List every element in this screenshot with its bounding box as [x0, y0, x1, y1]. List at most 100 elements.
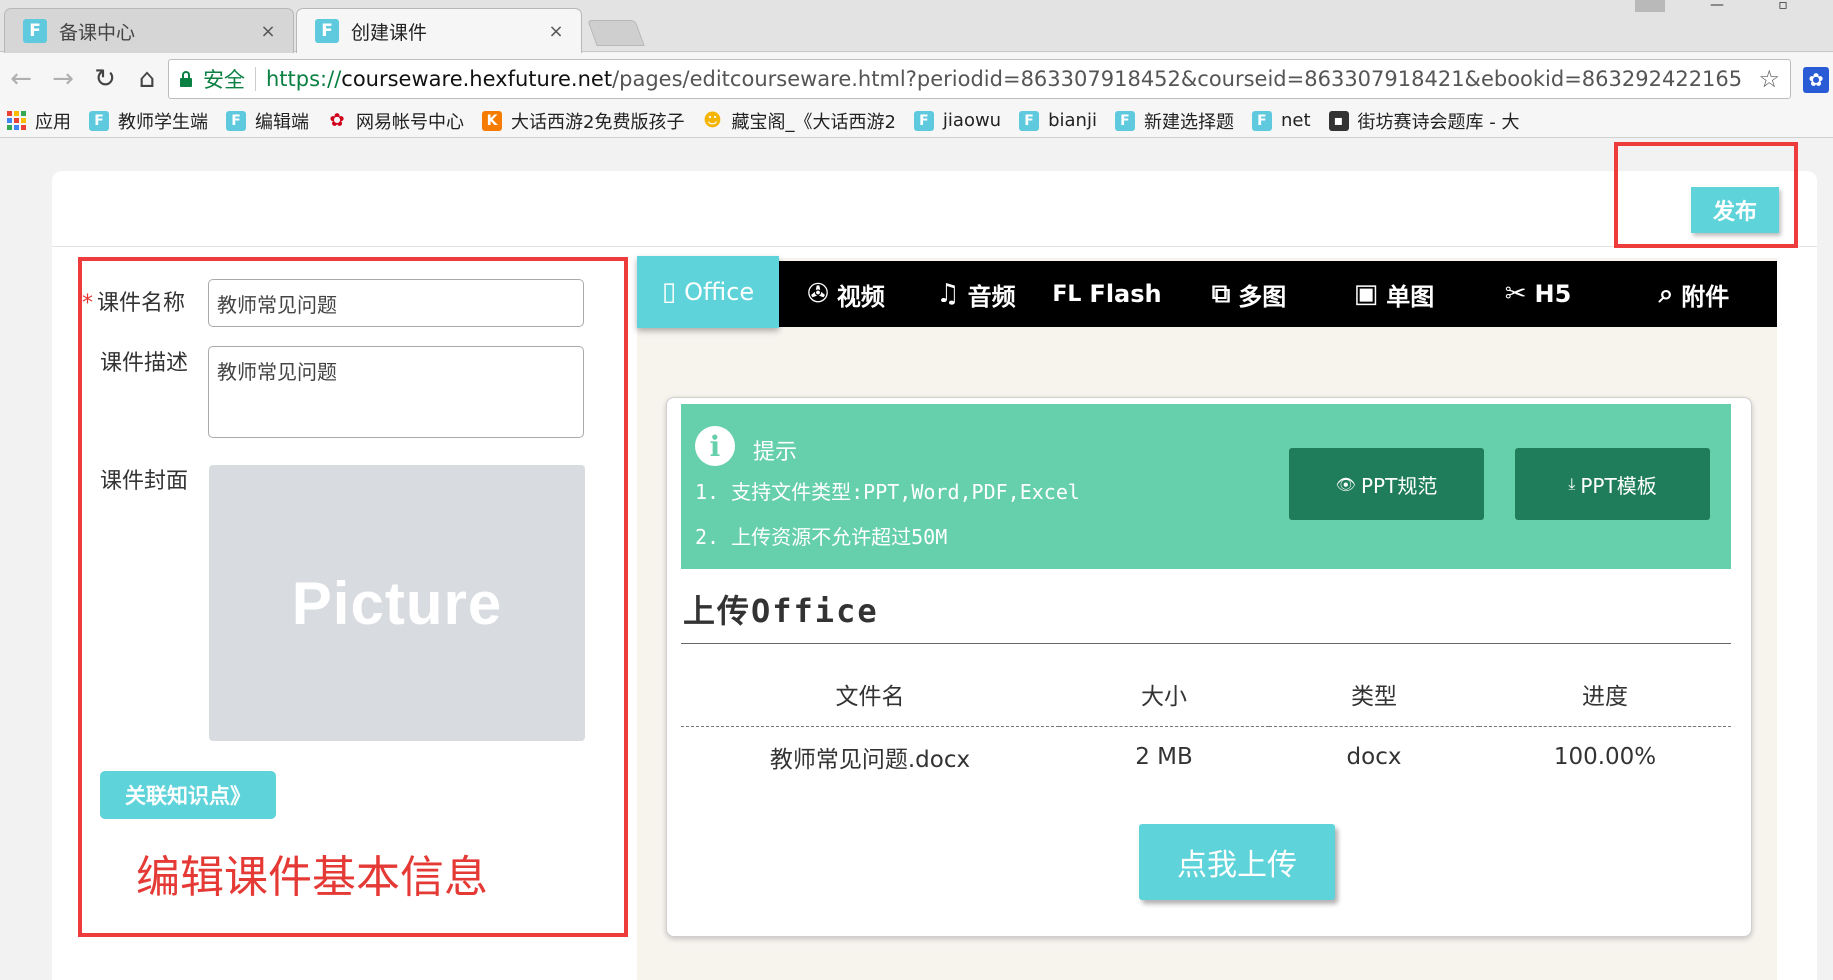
url-path: /pages/editcourseware.html?periodid=8633… — [612, 67, 1743, 91]
url-scheme: https:// — [266, 67, 342, 91]
back-arrow-icon[interactable]: ← — [0, 58, 42, 100]
title-divider — [681, 643, 1731, 644]
tab-single-image[interactable]: ▣ 单图 — [1323, 261, 1465, 327]
url-host: courseware.hexfuture.net — [341, 67, 613, 91]
tab-label: Office — [684, 278, 755, 306]
home-icon[interactable]: ⌂ — [126, 58, 168, 100]
cell-type: docx — [1346, 744, 1402, 771]
header-divider — [52, 246, 1817, 247]
bookmark-item[interactable]: Fjiaowu — [913, 110, 1001, 131]
column-header-progress: 进度 — [1479, 662, 1731, 727]
forward-arrow-icon[interactable]: → — [42, 58, 84, 100]
apps-icon — [6, 110, 26, 131]
bookmark-item[interactable]: ☻ 藏宝阁_《大话西游2 — [702, 108, 896, 134]
bookmark-item[interactable]: Fbianji — [1019, 110, 1097, 131]
f-favicon-icon: F — [1114, 110, 1135, 131]
k-favicon-icon: K — [482, 110, 502, 131]
cell-size: 2 MB — [1135, 744, 1193, 771]
upload-card: i 提示 1. 支持文件类型:PPT,Word,PDF,Excel 2. 上传资… — [666, 397, 1752, 937]
required-mark: * — [82, 291, 93, 316]
cover-image-placeholder[interactable]: Picture — [209, 465, 585, 741]
bookmark-item[interactable]: F 编辑端 — [226, 108, 309, 134]
annotation-text: 编辑课件基本信息 — [136, 852, 488, 903]
bookmark-apps[interactable]: 应用 — [6, 108, 71, 134]
table-row: 教师常见问题.docx 2 MB docx 100.00% — [681, 726, 1731, 788]
tools-icon: ✂ — [1504, 279, 1527, 309]
bookmark-label: 编辑端 — [255, 111, 309, 133]
close-icon[interactable]: × — [545, 21, 567, 42]
bookmark-label: 应用 — [35, 111, 71, 133]
column-header-size: 大小 — [1059, 662, 1269, 727]
lock-icon — [179, 71, 193, 87]
bookmark-label: 教师学生端 — [118, 111, 208, 133]
bookmark-star-icon[interactable]: ☆ — [1758, 65, 1780, 93]
bookmark-label: 新建选择题 — [1143, 111, 1234, 133]
tab-label: 视频 — [836, 282, 885, 311]
bookmark-item[interactable]: F 教师学生端 — [89, 108, 208, 134]
upload-button[interactable]: 点我上传 — [1139, 824, 1335, 900]
tab-favicon-icon: F — [23, 19, 47, 43]
address-bar[interactable]: 安全 https://courseware.hexfuture.net/page… — [168, 59, 1791, 99]
browser-tab-create-courseware[interactable]: F 创建课件 × — [296, 8, 582, 53]
bookmark-item[interactable]: ▪ 街坊赛诗会题库 - 大 — [1328, 108, 1520, 134]
office-icon: ▯ — [661, 277, 677, 307]
tab-favicon-icon: F — [315, 19, 339, 43]
tab-audio[interactable]: ♫ 音频 — [913, 261, 1039, 327]
f-favicon-icon: F — [913, 110, 934, 131]
bookmark-label: 藏宝阁_《大话西游2 — [731, 111, 896, 133]
bookmark-item[interactable]: Fnet — [1251, 110, 1311, 131]
images-icon: ⧉ — [1211, 278, 1231, 309]
tab-flash[interactable]: FL Flash — [1039, 261, 1175, 327]
reload-icon[interactable]: ↻ — [84, 58, 126, 100]
bookmark-item[interactable]: F 新建选择题 — [1114, 108, 1234, 134]
tab-office[interactable]: ▯ Office — [637, 256, 779, 328]
tab-label: Flash — [1089, 280, 1162, 308]
cell-filename: 教师常见问题.docx — [769, 747, 971, 774]
editor-panel: 发布 *课件名称 课件描述 教师常见问题 课件封面 Picture 关联知识点》… — [52, 142, 1817, 980]
flash-icon: FL — [1052, 281, 1082, 307]
file-table: 文件名 大小 类型 进度 教师常见问题.docx 2 MB docx 100.0… — [681, 662, 1731, 788]
bookmark-label: net — [1280, 110, 1311, 131]
url-divider — [255, 67, 256, 91]
browser-tab-bar: F 备课中心 × F 创建课件 × — ▫ — [0, 0, 1833, 53]
hint-size-limit: 2. 上传资源不允许超过50M — [695, 525, 948, 549]
tab-h5[interactable]: ✂ H5 — [1465, 261, 1611, 327]
button-label: PPT规范 — [1360, 473, 1438, 498]
ppt-template-button[interactable]: ⤓ PPT模板 — [1515, 448, 1710, 520]
url-text: https://courseware.hexfuture.net/pages/e… — [266, 67, 1742, 91]
tab-multi-image[interactable]: ⧉ 多图 — [1175, 261, 1323, 327]
tab-title: 创建课件 — [351, 21, 428, 44]
courseware-cover-label: 课件封面 — [100, 469, 189, 494]
bookmark-label: 大话西游2免费版孩子 — [511, 111, 685, 133]
user-profile-icon[interactable] — [1635, 0, 1665, 12]
video-icon: ✇ — [807, 279, 829, 309]
f-favicon-icon: F — [1251, 110, 1272, 131]
publish-button[interactable]: 发布 — [1691, 187, 1779, 233]
browser-tab-lesson-center[interactable]: F 备课中心 × — [4, 8, 294, 53]
ppt-spec-button[interactable]: 👁 PPT规范 — [1289, 448, 1484, 520]
link-knowledge-button[interactable]: 关联知识点》 — [100, 771, 276, 819]
courseware-desc-label: 课件描述 — [100, 351, 189, 376]
bookmark-label: 街坊赛诗会题库 - 大 — [1357, 111, 1520, 133]
tab-video[interactable]: ✇ 视频 — [779, 261, 913, 327]
courseware-name-input[interactable] — [208, 279, 584, 327]
tab-label: H5 — [1534, 280, 1572, 308]
download-icon: ⤓ — [1568, 474, 1576, 493]
baidu-extension-icon[interactable]: ✿ — [1803, 67, 1829, 93]
browser-toolbar: ← → ↻ ⌂ 安全 https://courseware.hexfuture.… — [0, 53, 1833, 104]
secure-label: 安全 — [203, 68, 245, 92]
eye-icon: 👁 — [1335, 474, 1356, 494]
bookmark-item[interactable]: K 大话西游2免费版孩子 — [482, 108, 684, 134]
tab-attachment[interactable]: ⌕ 附件 — [1611, 261, 1777, 327]
minimize-icon[interactable]: — — [1703, 0, 1731, 12]
maximize-icon[interactable]: ▫ — [1769, 0, 1797, 12]
bookmark-item[interactable]: ✿ 网易帐号中心 — [327, 108, 464, 134]
courseware-name-label: * 课件名称 — [82, 285, 185, 317]
hint-title: 提示 — [753, 440, 798, 465]
close-icon[interactable]: × — [257, 21, 279, 42]
courseware-desc-input[interactable]: 教师常见问题 — [208, 346, 584, 438]
column-header-type: 类型 — [1269, 662, 1479, 727]
label-text: 课件名称 — [97, 291, 186, 316]
new-tab-button[interactable] — [587, 20, 645, 46]
chick-icon: ☻ — [703, 110, 722, 131]
